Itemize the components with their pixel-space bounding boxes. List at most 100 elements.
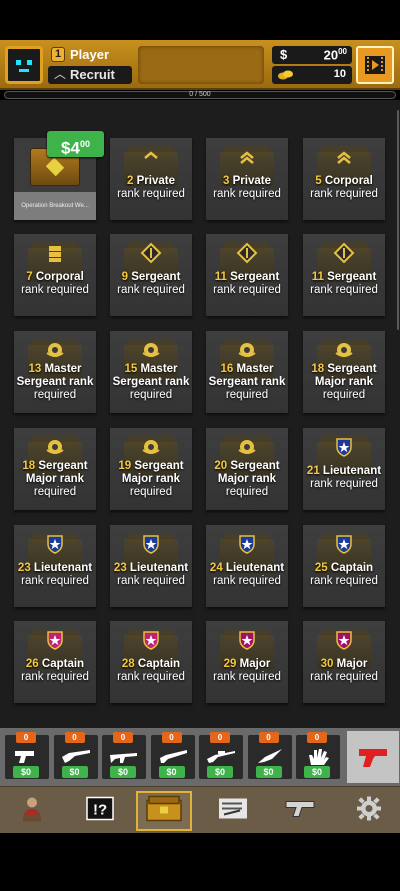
nav-button[interactable] (272, 791, 328, 831)
rank-emblem-icon (140, 242, 162, 264)
crate-tile[interactable]: 21 Lieutenant rank required (303, 428, 385, 510)
rank-emblem-icon (44, 533, 66, 555)
crate-tile[interactable]: 15 Master Sergeant rank required (110, 331, 192, 413)
crate-price-badge: $400 (47, 131, 104, 158)
pistol-inventory-button[interactable] (347, 731, 399, 783)
crate-tile[interactable]: 3 Private rank required (206, 138, 288, 220)
rank-emblem-icon (236, 339, 258, 361)
watch-video-button[interactable] (356, 46, 394, 84)
crate-tile[interactable]: 5 Corporal rank required (303, 138, 385, 220)
rank-requirement: 5 Corporal rank required (310, 175, 378, 200)
crate-tile[interactable]: 11 Sergeant rank required (206, 234, 288, 316)
weapon-price-badge: $0 (13, 766, 39, 778)
crate-tile[interactable]: 29 Major rank required (206, 621, 288, 703)
crate-tile[interactable]: 2 Private rank required (110, 138, 192, 220)
rank-requirement: 13 Master Sergeant rank required (16, 363, 94, 401)
crate-tile[interactable]: 26 Captain rank required (14, 621, 96, 703)
weapon-slot[interactable]: 0 $0 (150, 732, 195, 779)
weapon-slot[interactable]: 0 $0 (199, 732, 243, 779)
weapon-price-badge: $0 (255, 766, 282, 778)
rank-emblem-icon (333, 339, 355, 361)
rank-requirement: 2 Private rank required (117, 175, 185, 200)
crate-list[interactable]: Operation Breakout We... 2 Private rank r… (0, 100, 400, 728)
crate-tile[interactable]: 19 Sergeant Major rank required (110, 428, 192, 510)
weapon-count-badge: 0 (258, 732, 279, 743)
crate-tile[interactable]: 23 Lieutenant rank required (110, 525, 192, 607)
crate-tile[interactable]: 18 Sergeant Major rank required (14, 428, 96, 510)
crate-tile[interactable]: 7 Corporal rank required (14, 234, 96, 316)
money-display: $ 2000 (272, 46, 352, 64)
nav-button[interactable] (341, 791, 397, 831)
rank-emblem-icon (333, 146, 355, 168)
rank-requirement: 23 Lieutenant rank required (17, 562, 93, 587)
crate-tile[interactable]: 28 Captain rank required (110, 621, 192, 703)
weapon-price-badge: $0 (61, 766, 88, 778)
deagle-icon (284, 799, 316, 824)
weapon-slot[interactable]: 0 $0 (296, 732, 340, 779)
glove-icon (309, 749, 329, 765)
rank-requirement: 18 Sergeant Major rank required (311, 363, 377, 401)
coins-icon (278, 70, 293, 80)
scrollbar[interactable] (397, 110, 399, 330)
crate-icon (145, 795, 183, 828)
nav-button[interactable] (136, 791, 192, 831)
xp-progress-bar: 0 / 500 (4, 91, 396, 99)
crate-tile[interactable]: 18 Sergeant Major rank required (303, 331, 385, 413)
sniper-rifle-icon (207, 751, 235, 763)
weapon-slot[interactable]: 0 $0 (53, 732, 98, 779)
crate-tile[interactable]: 25 Captain rank required (303, 525, 385, 607)
weapon-count-badge: 0 (161, 732, 182, 743)
rank-emblem-icon (140, 339, 162, 361)
character-icon (21, 796, 43, 827)
crate-tile[interactable]: 20 Sergeant Major rank required (206, 428, 288, 510)
knife-icon (257, 749, 282, 763)
nav-button[interactable] (4, 791, 60, 831)
rifle-icon (61, 750, 90, 763)
film-play-icon (365, 56, 385, 74)
crate-tile[interactable]: 9 Sergeant rank required (110, 234, 192, 316)
crate-tile[interactable]: 30 Major rank required (303, 621, 385, 703)
rank-requirement: 28 Captain rank required (117, 658, 185, 683)
weapon-slot[interactable]: 0 $0 (247, 732, 292, 779)
robot-face-icon (14, 56, 34, 74)
rank-emblem-icon (140, 533, 162, 555)
rank-emblem-icon (236, 242, 258, 264)
rank-emblem-icon (44, 242, 66, 264)
nav-button[interactable]: !? (72, 791, 128, 831)
rank-requirement: 21 Lieutenant rank required (306, 465, 382, 490)
weapon-bar: 0 $0 0 $0 0 $0 0 $0 0 $0 0 $0 0 $0 (0, 728, 400, 786)
nav-button[interactable] (205, 791, 261, 831)
rank-requirement: 3 Private rank required (213, 175, 281, 200)
weapon-count-badge: 0 (307, 732, 327, 743)
assault-rifle-icon (110, 753, 137, 763)
dollar-icon: $ (280, 47, 288, 62)
rank-chevron-icon: ︿ (54, 67, 67, 81)
rank-requirement: 7 Corporal rank required (21, 271, 89, 296)
rank-emblem-icon (140, 629, 162, 651)
rank-requirement: 11 Sergeant rank required (213, 271, 281, 296)
rank-emblem-icon (44, 339, 66, 361)
rank-display: ︿ Recruit (48, 66, 132, 84)
weapon-count-badge: 0 (113, 732, 133, 743)
rank-name: Recruit (70, 67, 115, 82)
weapon-slot[interactable]: 0 $0 (102, 732, 146, 779)
weapon-slot[interactable]: 0 $0 (5, 732, 49, 779)
rank-emblem-icon (44, 436, 66, 458)
rank-emblem-icon (333, 436, 355, 458)
crate-tile[interactable]: 23 Lieutenant rank required (14, 525, 96, 607)
contract-icon (218, 798, 248, 825)
rank-emblem-icon (236, 629, 258, 651)
crate-tile[interactable]: 11 Sergeant rank required (303, 234, 385, 316)
rank-emblem-icon (140, 436, 162, 458)
rank-emblem-icon (333, 242, 355, 264)
crate-tile[interactable]: 16 Master Sergeant rank required (206, 331, 288, 413)
header-empty-slot (138, 46, 264, 84)
rank-requirement: 16 Master Sergeant rank required (208, 363, 286, 401)
crate-tile[interactable]: 13 Master Sergeant rank required (14, 331, 96, 413)
crate-tile[interactable]: 24 Lieutenant rank required (206, 525, 288, 607)
money-value: 2000 (323, 47, 347, 63)
player-avatar[interactable] (5, 46, 43, 84)
rank-requirement: 24 Lieutenant rank required (209, 562, 285, 587)
rank-emblem-icon (44, 629, 66, 651)
rank-emblem-icon (140, 146, 162, 168)
